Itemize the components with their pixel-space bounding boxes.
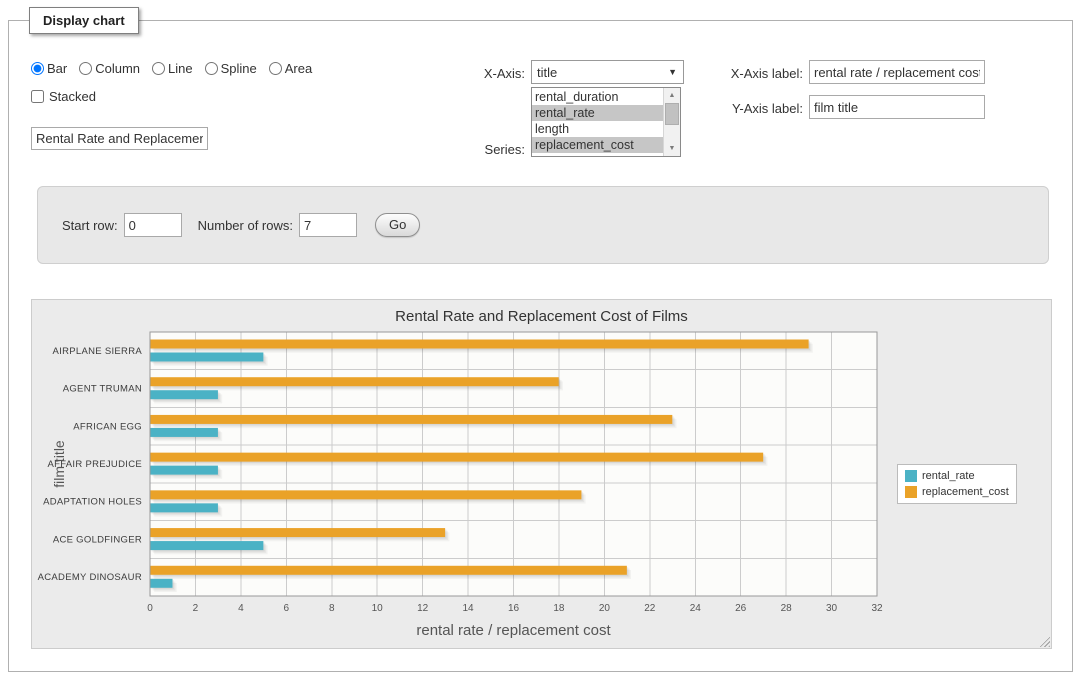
chart-title: Rental Rate and Replacement Cost of Film…: [32, 300, 1051, 325]
row-controls-panel: Start row: Number of rows: Go: [37, 186, 1049, 264]
bar-rental_rate: [150, 353, 263, 362]
x-tick-label: 30: [826, 603, 838, 614]
x-axis-label-label: X-Axis label:: [661, 66, 803, 81]
x-tick-label: 8: [329, 603, 335, 614]
x-axis-select-value: title: [537, 65, 668, 80]
x-tick-label: 18: [553, 603, 565, 614]
x-axis-select-label: X-Axis:: [425, 66, 525, 81]
bar-rental_rate: [150, 466, 218, 475]
chart-type-option-spline[interactable]: Spline: [205, 61, 257, 76]
chart-legend: rental_rate replacement_cost: [897, 464, 1017, 504]
series-multiselect[interactable]: rental_duration rental_rate length repla…: [531, 87, 681, 157]
y-category-label: AGENT TRUMAN: [63, 384, 142, 395]
x-tick-label: 6: [284, 603, 290, 614]
x-tick-label: 28: [781, 603, 793, 614]
chart-type-label: Line: [168, 61, 193, 76]
chart-type-radio-spline[interactable]: [205, 62, 218, 75]
x-axis-label-input[interactable]: [809, 60, 985, 84]
x-tick-label: 32: [871, 603, 883, 614]
stacked-checkbox[interactable]: [31, 90, 44, 103]
series-options: rental_duration rental_rate length repla…: [532, 88, 663, 156]
chart-container: Rental Rate and Replacement Cost of Film…: [31, 299, 1052, 649]
x-tick-label: 4: [238, 603, 244, 614]
x-tick-label: 0: [147, 603, 153, 614]
num-rows-label: Number of rows:: [198, 218, 293, 233]
bar-replacement_cost: [150, 340, 809, 349]
y-category-label: ACADEMY DINOSAUR: [38, 572, 142, 583]
display-chart-panel: Display chart Bar Column Line Spline Are…: [8, 20, 1073, 672]
bar-replacement_cost: [150, 566, 627, 575]
y-axis-label-label: Y-Axis label:: [661, 101, 803, 116]
chart-type-label: Column: [95, 61, 140, 76]
y-axis-label-input[interactable]: [809, 95, 985, 119]
num-rows-input[interactable]: [299, 213, 357, 237]
chart-type-radio-area[interactable]: [269, 62, 282, 75]
go-button[interactable]: Go: [375, 213, 420, 237]
chart-type-label: Area: [285, 61, 312, 76]
series-option-length[interactable]: length: [532, 121, 663, 137]
start-row-label: Start row:: [62, 218, 118, 233]
bar-rental_rate: [150, 579, 172, 588]
x-tick-label: 14: [463, 603, 475, 614]
y-category-label: AFRICAN EGG: [73, 421, 142, 432]
chart-title-input[interactable]: [31, 127, 208, 150]
series-scrollbar[interactable]: ▲ ▼: [663, 88, 680, 156]
bar-replacement_cost: [150, 377, 559, 386]
chart-type-radio-line[interactable]: [152, 62, 165, 75]
chart-type-radio-bar[interactable]: [31, 62, 44, 75]
x-tick-label: 2: [193, 603, 199, 614]
y-category-label: AIRPLANE SIERRA: [53, 346, 143, 357]
chart-type-label: Bar: [47, 61, 67, 76]
bar-rental_rate: [150, 428, 218, 437]
legend-swatch-rental-rate: [905, 470, 917, 482]
x-tick-label: 24: [690, 603, 702, 614]
stacked-label: Stacked: [49, 89, 96, 104]
bar-replacement_cost: [150, 490, 581, 499]
legend-swatch-replacement-cost: [905, 486, 917, 498]
bar-replacement_cost: [150, 415, 672, 424]
series-option-rental-rate[interactable]: rental_rate: [532, 105, 663, 121]
x-tick-label: 16: [508, 603, 520, 614]
scroll-down-icon[interactable]: ▼: [664, 141, 680, 156]
legend-label: replacement_cost: [922, 486, 1009, 498]
x-tick-label: 10: [372, 603, 384, 614]
x-axis-title: rental rate / replacement cost: [416, 622, 611, 639]
x-tick-label: 20: [599, 603, 611, 614]
series-option-rental-duration[interactable]: rental_duration: [532, 89, 663, 105]
legend-item-rental-rate: rental_rate: [902, 468, 1012, 484]
chart-type-radio-group: Bar Column Line Spline Area: [31, 61, 320, 76]
y-axis-title: film title: [51, 440, 67, 488]
legend-item-replacement-cost: replacement_cost: [902, 484, 1012, 500]
stacked-option[interactable]: Stacked: [31, 89, 96, 104]
panel-title: Display chart: [29, 7, 139, 34]
bar-rental_rate: [150, 503, 218, 512]
start-row-input[interactable]: [124, 213, 182, 237]
x-tick-label: 22: [644, 603, 656, 614]
y-category-label: ACE GOLDFINGER: [53, 534, 142, 545]
series-list-label: Series:: [425, 142, 525, 157]
bar-rental_rate: [150, 541, 263, 550]
chart-type-option-area[interactable]: Area: [269, 61, 312, 76]
chart-type-radio-column[interactable]: [79, 62, 92, 75]
bar-replacement_cost: [150, 453, 763, 462]
legend-label: rental_rate: [922, 470, 975, 482]
chart-type-option-bar[interactable]: Bar: [31, 61, 67, 76]
y-category-label: ADAPTATION HOLES: [43, 497, 142, 508]
series-option-replacement-cost[interactable]: replacement_cost: [532, 137, 663, 153]
x-tick-label: 26: [735, 603, 747, 614]
bar-replacement_cost: [150, 528, 445, 537]
bar-rental_rate: [150, 390, 218, 399]
chart-type-option-column[interactable]: Column: [79, 61, 140, 76]
x-tick-label: 12: [417, 603, 429, 614]
chart-type-option-line[interactable]: Line: [152, 61, 193, 76]
chart-type-label: Spline: [221, 61, 257, 76]
